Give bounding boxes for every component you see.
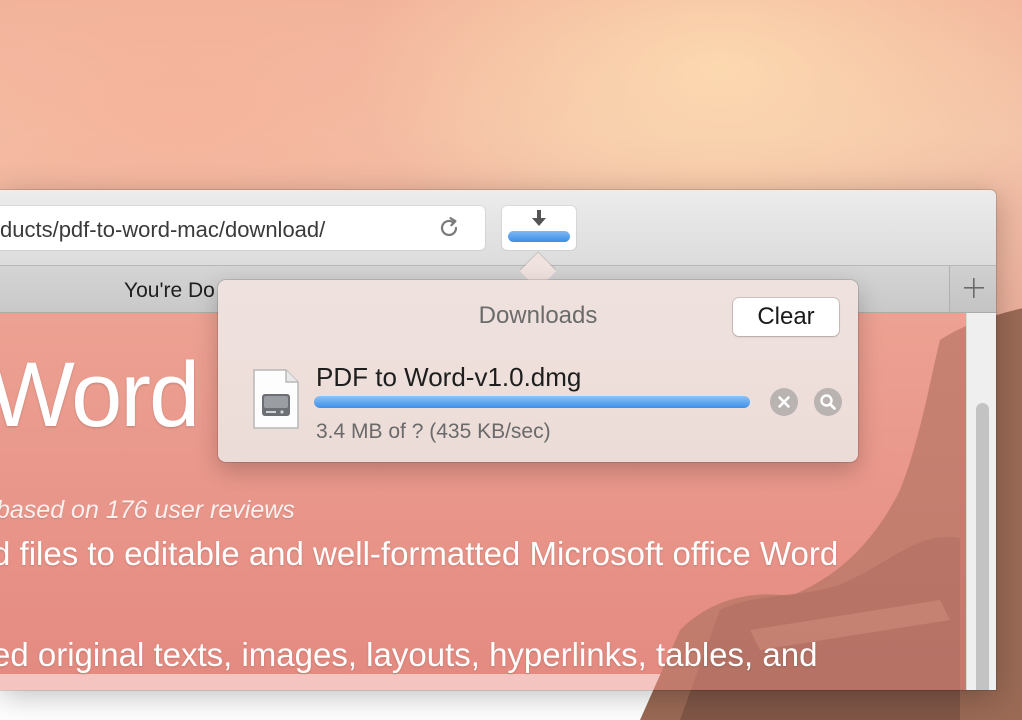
vertical-scrollbar[interactable] [966, 313, 996, 690]
page-headline: Word [0, 344, 200, 446]
downloads-toolbar-progress [508, 231, 570, 242]
disk-image-icon [253, 369, 299, 429]
rating-text: based on 176 user reviews [0, 496, 295, 524]
reload-icon[interactable] [435, 214, 463, 242]
stop-download-button[interactable] [770, 388, 798, 416]
reveal-in-finder-button[interactable] [814, 388, 842, 416]
address-bar[interactable]: ducts/pdf-to-word-mac/download/ [0, 206, 485, 250]
browser-toolbar: ducts/pdf-to-word-mac/download/ [0, 190, 996, 266]
downloads-popover: Downloads Clear PDF to Word-v1.0.dmg 3.4… [218, 280, 858, 462]
download-status: 3.4 MB of ? (435 KB/sec) [316, 420, 551, 443]
download-arrow-icon [532, 210, 546, 226]
description-line-2: ed original texts, images, layouts, hype… [0, 636, 818, 673]
clear-button[interactable]: Clear [733, 298, 839, 336]
download-progress-fill [314, 396, 750, 408]
tab-title[interactable]: You're Do [124, 279, 215, 303]
downloads-button[interactable] [502, 206, 576, 250]
download-file-name: PDF to Word-v1.0.dmg [316, 362, 582, 392]
description-line-1: d files to editable and well-formatted M… [0, 535, 839, 572]
new-tab-button[interactable] [949, 266, 996, 312]
scrollbar-thumb[interactable] [976, 403, 989, 690]
address-url: ducts/pdf-to-word-mac/download/ [0, 217, 326, 242]
stop-icon [778, 396, 790, 408]
magnifier-icon [820, 394, 836, 410]
download-progress-bar [314, 396, 750, 408]
plus-icon [964, 278, 984, 298]
